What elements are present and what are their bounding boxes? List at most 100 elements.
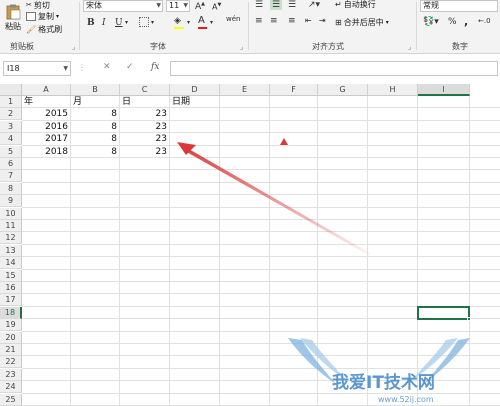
font-launcher-icon[interactable]: ⌟: [240, 43, 243, 51]
column-header-g[interactable]: G: [318, 84, 368, 96]
font-name-dropdown[interactable]: 宋体 ▼: [83, 0, 163, 12]
phonetic-icon[interactable]: wén: [226, 15, 240, 23]
row-header-25[interactable]: 25: [0, 393, 22, 406]
grid-row-line: [22, 256, 500, 258]
align-top-icon[interactable]: ☰: [255, 0, 263, 10]
row-header-23[interactable]: 23: [0, 368, 22, 381]
fill-color-dropdown-icon[interactable]: ▾: [187, 19, 190, 26]
borders-icon[interactable]: [139, 17, 149, 27]
column-header-i[interactable]: I: [418, 84, 470, 96]
alignment-launcher-icon[interactable]: ⌟: [408, 43, 411, 51]
row-header-20[interactable]: 20: [0, 331, 22, 344]
row-header-7[interactable]: 7: [0, 170, 22, 183]
cell-d1[interactable]: 日期: [170, 96, 220, 108]
confirm-icon[interactable]: ✓: [126, 62, 134, 72]
row-header-18[interactable]: 18: [0, 306, 22, 319]
row-header-13[interactable]: 13: [0, 244, 22, 257]
row-header-3[interactable]: 3: [0, 120, 22, 133]
font-color-icon[interactable]: A: [198, 15, 207, 29]
row-header-21[interactable]: 21: [0, 344, 22, 356]
paste-button[interactable]: 粘贴: [4, 4, 22, 32]
fill-color-icon[interactable]: ◈: [174, 16, 184, 29]
column-header-h[interactable]: H: [368, 84, 418, 96]
row-header-15[interactable]: 15: [0, 269, 22, 282]
underline-dropdown-icon[interactable]: ▾: [125, 19, 128, 26]
increase-font-icon[interactable]: A▲: [195, 1, 205, 12]
row-header-12[interactable]: 12: [0, 232, 22, 245]
align-middle-icon[interactable]: ☰: [270, 0, 283, 10]
row-header-17[interactable]: 17: [0, 294, 22, 307]
cell-a1[interactable]: 年: [22, 96, 71, 108]
more-options-icon[interactable]: ⋮: [78, 63, 86, 72]
fill-handle[interactable]: [467, 317, 471, 322]
cell-b4[interactable]: 8: [71, 133, 120, 145]
row-header-22[interactable]: 22: [0, 356, 22, 369]
borders-dropdown-icon[interactable]: ▾: [151, 19, 154, 26]
row-header-6[interactable]: 6: [0, 158, 22, 170]
increase-decimal-icon[interactable]: ←.0: [478, 17, 491, 25]
wrap-text-button[interactable]: ↵ 自动换行: [335, 0, 376, 10]
copy-button[interactable]: 复制 ▾: [26, 11, 59, 22]
increase-indent-icon[interactable]: ⇥: [319, 16, 326, 25]
align-right-icon[interactable]: ≡: [288, 16, 296, 26]
column-header-c[interactable]: C: [120, 84, 170, 96]
row-header-19[interactable]: 19: [0, 319, 22, 332]
worksheet-grid[interactable]: A B C D E F G H I 1 2 3 4 5 6 7 8 9 10 11 12 13 14 15 16 17 18 19 20…: [0, 84, 500, 406]
cell-c5[interactable]: 23: [120, 146, 170, 158]
column-header-f[interactable]: F: [270, 84, 318, 96]
bold-button[interactable]: B: [87, 18, 95, 28]
cell-a4[interactable]: 2017: [22, 133, 71, 145]
row-header-1[interactable]: 1: [0, 96, 22, 108]
number-format-dropdown[interactable]: 常规: [420, 0, 498, 12]
column-header-a[interactable]: A: [22, 84, 71, 96]
percent-button[interactable]: %: [448, 17, 457, 27]
row-header-11[interactable]: 11: [0, 220, 22, 232]
row-header-2[interactable]: 2: [0, 108, 22, 121]
cell-b2[interactable]: 8: [71, 108, 120, 120]
row-header-8[interactable]: 8: [0, 182, 22, 195]
column-header-d[interactable]: D: [170, 84, 220, 96]
clipboard-launcher-icon[interactable]: ⌟: [72, 43, 75, 51]
font-size-dropdown[interactable]: 11 ▼: [166, 0, 190, 12]
format-painter-label: 格式刷: [38, 25, 63, 34]
cell-b3[interactable]: 8: [71, 121, 120, 133]
align-center-icon[interactable]: ≡: [270, 16, 278, 26]
cell-b5[interactable]: 8: [71, 146, 120, 158]
selected-cell[interactable]: [417, 305, 470, 321]
cell-b1[interactable]: 月: [71, 96, 120, 108]
format-painter-button[interactable]: 🖌 格式刷: [26, 24, 62, 35]
decrease-indent-icon[interactable]: ⇤: [305, 16, 312, 25]
select-all-corner[interactable]: [0, 84, 22, 96]
row-header-9[interactable]: 9: [0, 195, 22, 208]
row-header-24[interactable]: 24: [0, 381, 22, 394]
row-header-16[interactable]: 16: [0, 282, 22, 294]
underline-button[interactable]: U: [115, 18, 123, 28]
row-header-14[interactable]: 14: [0, 257, 22, 270]
cell-c2[interactable]: 23: [120, 108, 170, 120]
column-header-b[interactable]: B: [71, 84, 120, 96]
cell-c4[interactable]: 23: [120, 133, 170, 145]
row-header-4[interactable]: 4: [0, 133, 22, 146]
name-box[interactable]: I18 ▼: [3, 61, 71, 76]
orientation-icon[interactable]: ↗▾: [308, 0, 320, 10]
cell-a2[interactable]: 2015: [22, 108, 71, 120]
align-left-icon[interactable]: ≡: [255, 16, 263, 26]
column-header-e[interactable]: E: [220, 84, 270, 96]
cut-button[interactable]: ✂ 剪切: [26, 0, 50, 10]
cell-a5[interactable]: 2018: [22, 146, 71, 158]
cell-c1[interactable]: 日: [120, 96, 170, 108]
align-bottom-icon[interactable]: ☰: [288, 0, 296, 10]
cell-c3[interactable]: 23: [120, 121, 170, 133]
merge-center-button[interactable]: ⊞ 合并后居中 ▾: [335, 17, 389, 28]
row-header-10[interactable]: 10: [0, 207, 22, 220]
cancel-icon[interactable]: ✕: [103, 62, 111, 72]
row-header-5[interactable]: 5: [0, 145, 22, 158]
formula-input[interactable]: [170, 61, 498, 76]
cell-a3[interactable]: 2016: [22, 121, 71, 133]
currency-icon[interactable]: 💱▾: [423, 17, 439, 27]
font-color-dropdown-icon[interactable]: ▾: [210, 19, 213, 26]
insert-function-button[interactable]: fx: [151, 62, 159, 72]
comma-button[interactable]: ,: [464, 15, 468, 28]
decrease-font-icon[interactable]: A▼: [212, 2, 221, 12]
italic-button[interactable]: I: [102, 18, 106, 28]
